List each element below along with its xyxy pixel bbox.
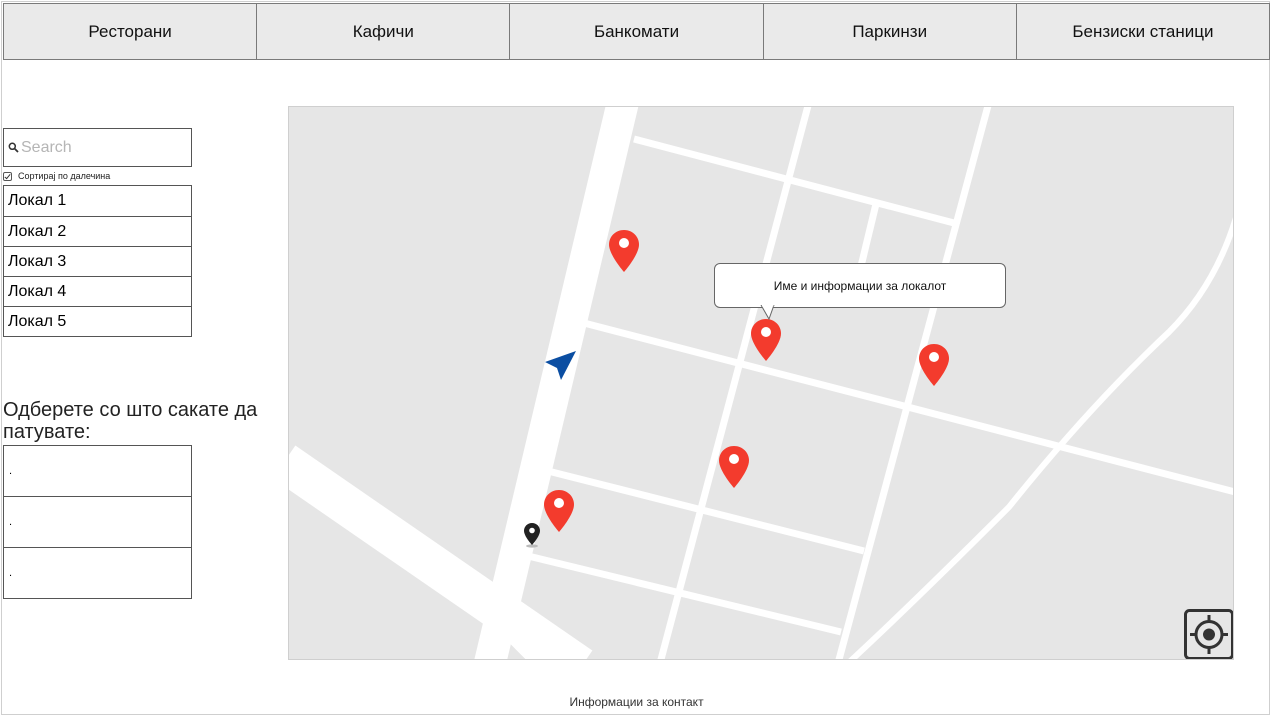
tab-gas-stations[interactable]: Бензиски станици xyxy=(1015,3,1271,60)
list-item[interactable]: Локал 3 xyxy=(3,246,192,277)
crosshair-icon[interactable] xyxy=(1184,609,1234,660)
travel-option[interactable]: . xyxy=(3,445,192,497)
sort-checkbox[interactable] xyxy=(3,171,12,181)
list-item[interactable]: Локал 1 xyxy=(3,185,192,217)
tab-cafes[interactable]: Кафичи xyxy=(256,3,511,60)
place-pin[interactable] xyxy=(918,343,950,387)
category-tabs: Ресторани Кафичи Банкомати Паркинзи Бенз… xyxy=(3,3,1271,60)
user-location-arrow xyxy=(545,351,576,380)
map-view[interactable]: Име и информации за локалот xyxy=(288,106,1234,660)
places-list: Локал 1 Локал 2 Локал 3 Локал 4 Локал 5 xyxy=(3,185,192,337)
place-pin[interactable] xyxy=(718,445,750,489)
travel-option[interactable]: . xyxy=(3,496,192,548)
search-input[interactable] xyxy=(19,138,181,157)
place-pin-selected[interactable] xyxy=(750,318,782,362)
sort-label: Сортирај по далечина xyxy=(18,171,111,181)
place-pin[interactable] xyxy=(608,229,640,273)
place-info-tooltip: Име и информации за локалот xyxy=(714,263,1006,308)
tab-parkings[interactable]: Паркинзи xyxy=(762,3,1017,60)
map-streets xyxy=(289,107,1233,659)
travel-option[interactable]: . xyxy=(3,547,192,599)
list-item[interactable]: Локал 4 xyxy=(3,276,192,307)
sort-by-distance[interactable]: Сортирај по далечина xyxy=(3,170,110,182)
tab-restaurants[interactable]: Ресторани xyxy=(3,3,258,60)
travel-heading: Одберете со што сакате да патувате: xyxy=(3,399,258,443)
travel-options: . . . xyxy=(3,445,192,599)
list-item[interactable]: Локал 5 xyxy=(3,306,192,337)
marker-icon xyxy=(524,523,540,548)
place-pin[interactable] xyxy=(543,489,575,533)
search-icon xyxy=(8,142,19,153)
search-box[interactable] xyxy=(3,128,192,167)
tab-atms[interactable]: Банкомати xyxy=(509,3,764,60)
contact-info-link[interactable]: Информации за контакт xyxy=(569,695,703,709)
tooltip-tail xyxy=(760,305,775,321)
list-item[interactable]: Локал 2 xyxy=(3,216,192,247)
